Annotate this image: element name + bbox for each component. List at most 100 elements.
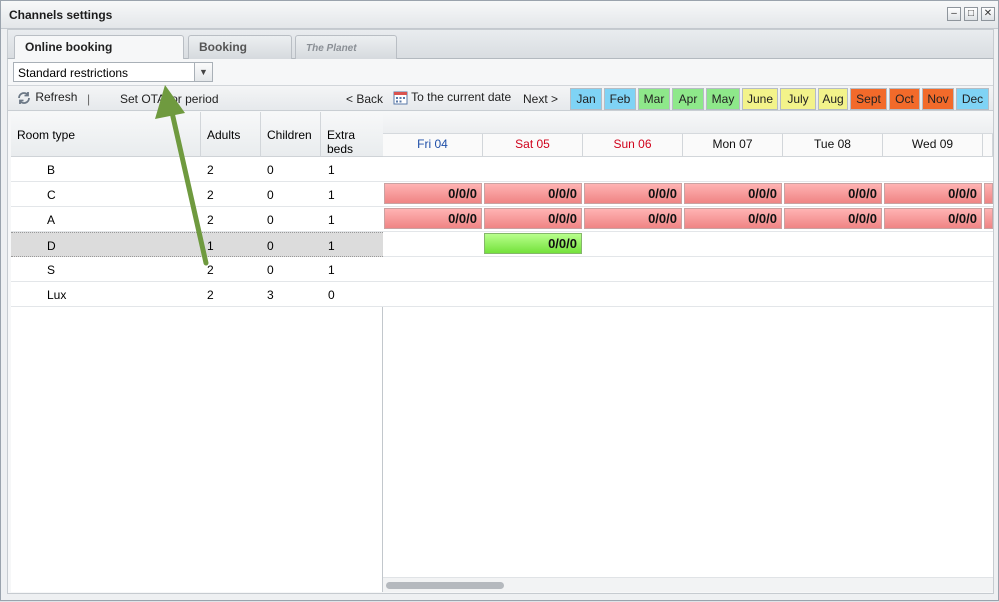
table-row[interactable]: A 2 0 1 (11, 207, 383, 232)
children-cell: 3 (267, 288, 274, 302)
column-header-children[interactable]: Children (261, 112, 321, 157)
day-header[interactable]: Sun 06 (583, 134, 683, 157)
children-cell: 0 (267, 239, 274, 253)
channels-settings-window: Channels settings – □ ✕ Online booking r… (0, 0, 999, 601)
month-button-jan[interactable]: Jan (570, 88, 602, 110)
table-row[interactable]: Lux 2 3 0 (11, 282, 383, 307)
calendar-row (383, 157, 993, 182)
toolbar-separator: | (87, 92, 91, 106)
month-button-sept[interactable]: Sept (850, 88, 887, 110)
tab-booking-button[interactable]: Booking Button (188, 35, 292, 77)
children-cell: 0 (267, 163, 274, 177)
current-date-label: To the current date (411, 90, 512, 104)
room-type-cell: D (47, 239, 56, 253)
table-row[interactable]: D 1 0 1 (11, 232, 383, 257)
restriction-cell-overflow[interactable] (984, 183, 993, 204)
column-header-extra-beds[interactable]: Extra beds (321, 112, 383, 157)
restriction-cell[interactable]: 0/0/0 (884, 208, 982, 229)
children-cell: 0 (267, 263, 274, 277)
table-row[interactable]: B 2 0 1 (11, 157, 383, 182)
maximize-button[interactable]: □ (964, 7, 978, 21)
restriction-cell[interactable]: 0/0/0 (884, 183, 982, 204)
calendar-row: 0/0/0 0/0/0 0/0/0 0/0/0 0/0/0 0/0/0 (383, 182, 993, 207)
restriction-cell[interactable]: 0/0/0 (784, 183, 882, 204)
day-header[interactable]: Sat 05 (483, 134, 583, 157)
month-button-nov[interactable]: Nov (922, 88, 954, 110)
day-header[interactable]: Mon 07 (683, 134, 783, 157)
extra-beds-cell: 1 (328, 213, 335, 227)
chevron-down-icon[interactable]: ▼ (194, 63, 212, 81)
extra-beds-cell: 1 (328, 188, 335, 202)
month-button-apr[interactable]: Apr (672, 88, 704, 110)
tab-planet-hotels[interactable]: The Planet Hotels (295, 35, 397, 78)
room-type-cell: B (47, 163, 56, 177)
extra-beds-cell: 1 (328, 163, 335, 177)
month-button-aug[interactable]: Aug (818, 88, 848, 110)
grid-header: Room type Adults Children Extra beds (11, 112, 383, 157)
room-type-grid: Room type Adults Children Extra beds B 2 0… (11, 112, 383, 592)
calendar-row (383, 282, 993, 307)
month-button-mar[interactable]: Mar (638, 88, 670, 110)
restriction-cell[interactable]: 0/0/0 (784, 208, 882, 229)
current-date-button[interactable]: To the current date (393, 90, 511, 105)
room-type-cell: S (47, 263, 56, 277)
month-button-july[interactable]: July (780, 88, 816, 110)
restriction-type-select[interactable]: Standard restrictions ▼ (13, 62, 213, 82)
next-button[interactable]: Next > (523, 92, 558, 106)
extra-beds-cell: 1 (328, 263, 335, 277)
column-header-adults[interactable]: Adults (201, 112, 261, 157)
refresh-button[interactable]: Refresh (16, 90, 77, 106)
room-type-cell: Lux (47, 288, 67, 302)
restriction-cell-open[interactable]: 0/0/0 (484, 233, 582, 254)
calendar-header-band (383, 112, 993, 134)
adults-cell: 1 (207, 239, 214, 253)
restriction-cell[interactable]: 0/0/0 (684, 208, 782, 229)
children-cell: 0 (267, 188, 274, 202)
refresh-label: Refresh (35, 90, 78, 105)
extra-beds-cell: 1 (328, 239, 335, 253)
tab-bar: Online booking restrictions Booking Butt… (7, 29, 994, 78)
room-type-cell: C (47, 188, 56, 202)
calendar-row: 0/0/0 (383, 232, 993, 257)
day-header[interactable]: Fri 04 (383, 134, 483, 157)
adults-cell: 2 (207, 188, 214, 202)
restriction-type-value: Standard restrictions (18, 66, 129, 80)
restriction-cell-overflow[interactable] (984, 208, 993, 229)
tab-online-booking-restrictions[interactable]: Online booking restrictions (14, 35, 184, 77)
horizontal-scrollbar[interactable] (383, 577, 993, 592)
restrictions-panel: Standard restrictions ▼ Refresh | Set OT… (7, 59, 994, 594)
day-header[interactable]: Wed 09 (883, 134, 983, 157)
refresh-icon (18, 92, 30, 104)
month-button-dec[interactable]: Dec (956, 88, 989, 110)
adults-cell: 2 (207, 163, 214, 177)
month-button-oct[interactable]: Oct (889, 88, 920, 110)
restriction-cell[interactable]: 0/0/0 (484, 183, 582, 204)
close-button[interactable]: ✕ (981, 7, 995, 21)
restriction-cell[interactable]: 0/0/0 (384, 208, 482, 229)
restriction-cell[interactable]: 0/0/0 (584, 208, 682, 229)
restriction-cell[interactable]: 0/0/0 (384, 183, 482, 204)
restriction-cell[interactable]: 0/0/0 (584, 183, 682, 204)
back-button[interactable]: < Back (346, 92, 383, 106)
restriction-cell[interactable]: 0/0/0 (484, 208, 582, 229)
adults-cell: 2 (207, 288, 214, 302)
table-row[interactable]: C 2 0 1 (11, 182, 383, 207)
column-header-room-type[interactable]: Room type (11, 112, 201, 157)
extra-beds-cell: 0 (328, 288, 335, 302)
month-button-june[interactable]: June (742, 88, 778, 110)
minimize-button[interactable]: – (947, 7, 961, 21)
calendar-row (383, 257, 993, 282)
table-row[interactable]: S 2 0 1 (11, 257, 383, 282)
month-button-may[interactable]: May (706, 88, 740, 110)
room-type-cell: A (47, 213, 56, 227)
scrollbar-thumb[interactable] (386, 582, 504, 589)
children-cell: 0 (267, 213, 274, 227)
calendar-row: 0/0/0 0/0/0 0/0/0 0/0/0 0/0/0 0/0/0 (383, 207, 993, 232)
restriction-cell[interactable]: 0/0/0 (684, 183, 782, 204)
toolbar: Refresh | Set OTA for period < Back To t… (8, 85, 993, 111)
month-button-feb[interactable]: Feb (604, 88, 636, 110)
calendar-grid: Fri 04 Sat 05 Sun 06 Mon 07 Tue 08 Wed 09 0/0… (383, 112, 993, 592)
window-title: Channels settings (9, 8, 113, 22)
set-ota-period-button[interactable]: Set OTA for period (120, 92, 219, 106)
day-header[interactable]: Tue 08 (783, 134, 883, 157)
